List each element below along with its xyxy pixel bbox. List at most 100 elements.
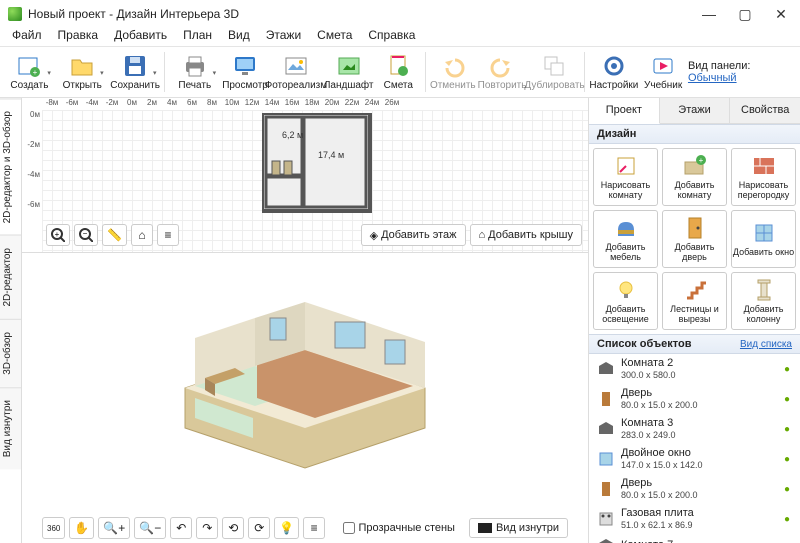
menu-plan[interactable]: План bbox=[177, 28, 218, 46]
landscape-icon bbox=[337, 54, 361, 78]
menu-add[interactable]: Добавить bbox=[108, 28, 173, 46]
light-button[interactable]: 💡 bbox=[274, 517, 299, 539]
2d-viewport[interactable]: -8м-6м-4м-2м0м2м4м6м8м10м12м14м16м18м20м… bbox=[22, 98, 588, 253]
tab-2d-3d[interactable]: 2D-редактор и 3D-обзор bbox=[0, 98, 21, 235]
zoom-in-button[interactable]: + bbox=[46, 224, 70, 246]
add-column-button[interactable]: Добавить колонну bbox=[731, 272, 796, 330]
list-item[interactable]: Дверь80.0 x 15.0 x 200.0 ● bbox=[589, 474, 800, 504]
rotate-left-button[interactable]: ↶ bbox=[170, 517, 192, 539]
inside-view-button[interactable]: Вид изнутри bbox=[469, 518, 568, 538]
list-item[interactable]: Комната 2300.0 x 580.0 ● bbox=[589, 354, 800, 384]
tab-floors[interactable]: Этажи bbox=[660, 98, 731, 123]
visibility-icon[interactable]: ● bbox=[784, 514, 794, 524]
3d-viewport[interactable]: 360 ✋ 🔍+ 🔍− ↶ ↷ ⟲ ⟳ 💡 ≡ Прозрачные стены… bbox=[22, 253, 588, 543]
settings-button[interactable]: Настройки bbox=[589, 49, 638, 95]
tutorial-button[interactable]: Учебник bbox=[640, 49, 686, 95]
visibility-icon[interactable]: ● bbox=[784, 454, 794, 464]
save-button[interactable]: Сохранить bbox=[110, 49, 161, 95]
menu-floors[interactable]: Этажи bbox=[260, 28, 307, 46]
stairs-cutouts-button[interactable]: Лестницы и вырезы bbox=[662, 272, 727, 330]
landscape-button[interactable]: Ландшафт bbox=[324, 49, 374, 95]
list-item[interactable]: Газовая плита51.0 x 62.1 x 86.9 ● bbox=[589, 504, 800, 534]
create-button[interactable]: + Создать bbox=[4, 49, 55, 95]
tab-properties[interactable]: Свойства bbox=[730, 98, 800, 123]
minimize-button[interactable]: — bbox=[698, 3, 720, 25]
save-icon bbox=[123, 54, 147, 78]
open-button[interactable]: Открыть bbox=[57, 49, 108, 95]
stove-icon bbox=[597, 510, 615, 528]
menu-edit[interactable]: Правка bbox=[52, 28, 105, 46]
add-window-button[interactable]: Добавить окно bbox=[731, 210, 796, 268]
undo-icon bbox=[441, 54, 465, 78]
add-roof-button[interactable]: ⌂Добавить крышу bbox=[470, 224, 583, 246]
estimate-button[interactable]: Смета bbox=[376, 49, 422, 95]
draw-room-button[interactable]: Нарисовать комнату bbox=[593, 148, 658, 206]
redo-icon bbox=[490, 54, 514, 78]
list-item[interactable]: Комната 3283.0 x 249.0 ● bbox=[589, 414, 800, 444]
menu-3d-button[interactable]: ≡ bbox=[303, 517, 325, 539]
view-button[interactable]: Просмотр bbox=[222, 49, 268, 95]
objects-header: Список объектов Вид списка bbox=[589, 334, 800, 354]
maximize-button[interactable]: ▢ bbox=[734, 3, 756, 25]
rotate-up-button[interactable]: ⟲ bbox=[222, 517, 244, 539]
tab-2d[interactable]: 2D-редактор bbox=[0, 235, 21, 319]
svg-text:6,2 м: 6,2 м bbox=[282, 130, 303, 140]
options-button[interactable]: ≡ bbox=[157, 224, 179, 246]
view-panel-link[interactable]: Обычный bbox=[688, 72, 737, 84]
transparent-walls-checkbox[interactable]: Прозрачные стены bbox=[343, 522, 455, 534]
list-view-link[interactable]: Вид списка bbox=[740, 339, 792, 350]
zoom-out-3d-button[interactable]: 🔍− bbox=[134, 517, 166, 539]
tab-3d[interactable]: 3D-обзор bbox=[0, 319, 21, 387]
add-furniture-button[interactable]: Добавить мебель bbox=[593, 210, 658, 268]
zoom-in-3d-button[interactable]: 🔍+ bbox=[98, 517, 130, 539]
pan-button[interactable]: ✋ bbox=[69, 517, 94, 539]
redo-button[interactable]: Повторить bbox=[478, 49, 527, 95]
visibility-icon[interactable]: ● bbox=[784, 424, 794, 434]
visibility-icon[interactable]: ● bbox=[784, 484, 794, 494]
toolbar: + Создать Открыть Сохранить Печать Просм… bbox=[0, 46, 800, 98]
gear-icon bbox=[602, 54, 626, 78]
rotate-right-button[interactable]: ↷ bbox=[196, 517, 218, 539]
monitor-icon bbox=[233, 54, 257, 78]
visibility-icon[interactable]: ● bbox=[784, 364, 794, 374]
zoom-out-button[interactable]: − bbox=[74, 224, 98, 246]
list-item[interactable]: Комната 7 ● bbox=[589, 534, 800, 543]
duplicate-icon bbox=[542, 54, 566, 78]
draw-partition-button[interactable]: Нарисовать перегородку bbox=[731, 148, 796, 206]
add-lighting-button[interactable]: Добавить освещение bbox=[593, 272, 658, 330]
menu-view[interactable]: Вид bbox=[222, 28, 256, 46]
ruler-horizontal: -8м-6м-4м-2м0м2м4м6м8м10м12м14м16м18м20м… bbox=[42, 98, 588, 110]
camera-icon bbox=[478, 523, 492, 533]
redo-label: Повторить bbox=[478, 80, 527, 91]
object-list[interactable]: Комната 2300.0 x 580.0 ● Дверь80.0 x 15.… bbox=[589, 354, 800, 543]
undo-button[interactable]: Отменить bbox=[430, 49, 476, 95]
duplicate-button[interactable]: Дублировать bbox=[528, 49, 580, 95]
menu-estimate[interactable]: Смета bbox=[311, 28, 358, 46]
add-door-button[interactable]: Добавить дверь bbox=[662, 210, 727, 268]
menu-file[interactable]: Файл bbox=[6, 28, 48, 46]
list-item[interactable]: Дверь80.0 x 15.0 x 200.0 ● bbox=[589, 384, 800, 414]
rotate360-button[interactable]: 360 bbox=[42, 517, 65, 539]
photo-button[interactable]: Фотореализм bbox=[270, 49, 322, 95]
visibility-icon[interactable]: ● bbox=[784, 394, 794, 404]
add-room-button[interactable]: +Добавить комнату bbox=[662, 148, 727, 206]
menu-help[interactable]: Справка bbox=[362, 28, 421, 46]
svg-text:17,4 м: 17,4 м bbox=[318, 150, 344, 160]
svg-text:+: + bbox=[698, 156, 703, 165]
home-button[interactable]: ⌂ bbox=[131, 224, 153, 246]
right-panel: Проект Этажи Свойства Дизайн Нарисовать … bbox=[588, 98, 800, 543]
2d-tools: + − 📏 ⌂ ≡ bbox=[46, 224, 179, 246]
rotate-down-button[interactable]: ⟳ bbox=[248, 517, 270, 539]
floorplan-3d bbox=[165, 268, 445, 488]
print-button[interactable]: Печать bbox=[169, 49, 220, 95]
layers-icon: ◈ bbox=[370, 229, 378, 242]
tab-inside[interactable]: Вид изнутри bbox=[0, 387, 21, 469]
list-item[interactable]: Двойное окно147.0 x 15.0 x 142.0 ● bbox=[589, 444, 800, 474]
ruler-button[interactable]: 📏 bbox=[102, 224, 127, 246]
tab-project[interactable]: Проект bbox=[589, 98, 660, 124]
add-floor-button[interactable]: ◈Добавить этаж bbox=[361, 224, 466, 246]
open-label: Открыть bbox=[63, 80, 102, 91]
close-button[interactable]: ✕ bbox=[770, 3, 792, 25]
window-title: Новый проект - Дизайн Интерьера 3D bbox=[28, 7, 684, 21]
roof-icon: ⌂ bbox=[479, 229, 486, 241]
